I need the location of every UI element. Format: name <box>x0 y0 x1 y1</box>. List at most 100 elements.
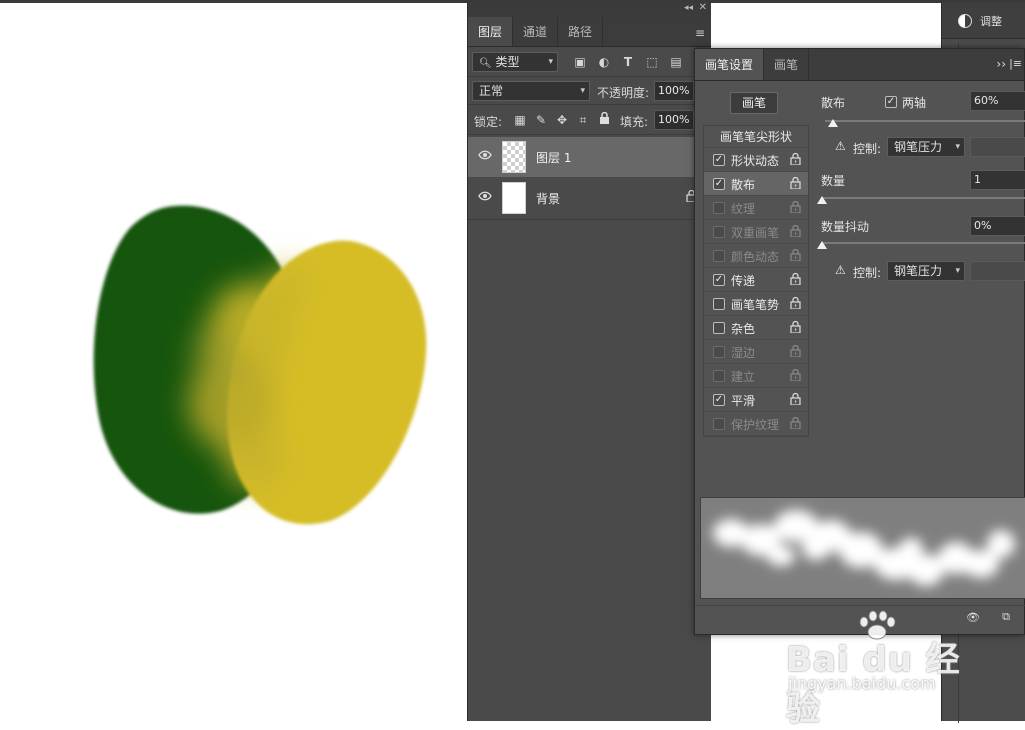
watermark-url: jingyan.baidu.com <box>788 674 936 693</box>
scatter-value-input[interactable]: 60% <box>970 91 1025 111</box>
count-jitter-slider[interactable] <box>821 242 1025 244</box>
scatter-label: 散布 <box>821 96 846 110</box>
brush-tip-shape-item[interactable]: 画笔笔尖形状 <box>704 126 808 148</box>
brush-option-item[interactable]: ✓ 形状动态 <box>704 148 808 172</box>
panel-menu-icon[interactable]: |≡ <box>1009 57 1022 70</box>
brush-option-item[interactable]: ✓ 散布 <box>704 172 808 196</box>
brush-option-label: 传递 <box>731 274 756 288</box>
lock-icon[interactable] <box>790 224 801 240</box>
disabled-input <box>970 137 1025 157</box>
tab-brush-settings[interactable]: 画笔设置 <box>695 49 765 80</box>
shape-filter-icon[interactable]: ⬚ <box>644 54 660 70</box>
brush-option-item[interactable]: 建立 <box>704 364 808 388</box>
lock-icon[interactable] <box>790 200 801 216</box>
brush-option-checkbox[interactable] <box>713 322 725 334</box>
lock-paint-icon[interactable]: ✎ <box>533 112 549 128</box>
brush-option-item[interactable]: 保护纹理 <box>704 412 808 436</box>
brush-option-item[interactable]: ✓ 传递 <box>704 268 808 292</box>
eye-icon[interactable] <box>478 190 492 204</box>
count-slider-handle[interactable] <box>817 196 827 204</box>
lock-icon[interactable] <box>790 416 801 432</box>
brush-option-checkbox <box>713 250 725 262</box>
brush-option-label: 形状动态 <box>731 154 780 168</box>
count-jitter-control-select[interactable]: 钢笔压力 ▾ <box>887 261 965 281</box>
panel-menu-icon[interactable]: ≡ <box>695 26 705 40</box>
scatter-slider-handle[interactable] <box>828 119 838 127</box>
lock-artboard-icon[interactable]: ⌗ <box>575 112 591 128</box>
blend-mode-value: 正常 <box>479 84 504 98</box>
count-jitter-input[interactable]: 0% <box>970 216 1025 236</box>
disabled-input <box>970 261 1025 281</box>
opacity-label: 不透明度: <box>597 86 650 100</box>
type-filter-icon[interactable]: T <box>620 54 636 70</box>
expand-icon[interactable]: ›› <box>996 57 1006 71</box>
lock-icon[interactable] <box>790 152 801 168</box>
brush-option-item[interactable]: 湿边 <box>704 340 808 364</box>
brush-option-checkbox[interactable] <box>713 298 725 310</box>
tab-channels[interactable]: 通道 <box>513 17 559 46</box>
adjustments-header[interactable]: 调整 <box>942 3 1025 39</box>
layer-row-layer1[interactable]: 图层 1 <box>468 137 711 177</box>
control-label: 控制: <box>853 142 882 156</box>
panel-header-strip: ◂◂ ✕ <box>468 2 711 17</box>
brushes-button[interactable]: 画笔 <box>730 92 778 114</box>
close-icon[interactable]: ✕ <box>699 2 707 13</box>
brush-option-checkbox <box>713 370 725 382</box>
eye-icon[interactable] <box>478 149 492 163</box>
brush-option-label: 杂色 <box>731 322 756 336</box>
adjustment-filter-icon[interactable]: ◐ <box>596 54 612 70</box>
layer-name[interactable]: 背景 <box>536 190 560 207</box>
brush-option-checkbox[interactable]: ✓ <box>713 394 725 406</box>
document-canvas[interactable] <box>0 3 467 721</box>
layer-name[interactable]: 图层 1 <box>536 149 571 166</box>
lock-icon[interactable] <box>790 392 801 408</box>
tab-layers[interactable]: 图层 <box>468 17 514 46</box>
lock-all-icon[interactable] <box>596 111 612 128</box>
both-axes-checkbox[interactable]: ✓ <box>885 96 897 108</box>
blend-mode-select[interactable]: 正常 ▾ <box>472 81 590 101</box>
lock-icon[interactable] <box>790 344 801 360</box>
collapse-icon[interactable]: ◂◂ <box>684 3 693 13</box>
lock-icon[interactable] <box>790 272 801 288</box>
brush-stroke-preview-graphic <box>713 510 1015 586</box>
blend-row: 正常 ▾ 不透明度: 100% <box>468 77 711 105</box>
count-slider[interactable] <box>821 197 1025 199</box>
lock-move-icon[interactable]: ✥ <box>554 112 570 128</box>
brush-option-item[interactable]: 纹理 <box>704 196 808 220</box>
opacity-input[interactable]: 100% <box>654 81 694 101</box>
fill-input[interactable]: 100% <box>654 110 694 130</box>
brush-option-checkbox[interactable]: ✓ <box>713 274 725 286</box>
brush-option-checkbox[interactable]: ✓ <box>713 178 725 190</box>
filter-row: 🔍︎ 类型 ▾ ▣ ◐ T ⬚ ▤ <box>468 47 711 77</box>
layer-row-background[interactable]: 背景 <box>468 178 711 218</box>
brush-option-item[interactable]: 杂色 <box>704 316 808 340</box>
brush-option-label: 湿边 <box>731 346 756 360</box>
chevron-down-icon: ▾ <box>548 57 553 67</box>
warning-icon: ⚠ <box>835 263 846 277</box>
lock-icon[interactable] <box>790 368 801 384</box>
tab-paths[interactable]: 路径 <box>558 17 604 46</box>
image-filter-icon[interactable]: ▣ <box>572 54 588 70</box>
new-brush-icon[interactable]: ⧉ <box>1002 610 1010 624</box>
brush-option-item[interactable]: 画笔笔势 <box>704 292 808 316</box>
brush-option-item[interactable]: ✓ 平滑 <box>704 388 808 412</box>
painted-artwork <box>93 205 427 525</box>
layer-filter-select[interactable]: 🔍︎ 类型 ▾ <box>472 52 558 72</box>
lock-icon[interactable] <box>790 248 801 264</box>
lock-icon[interactable] <box>790 176 801 192</box>
lock-transparent-icon[interactable]: ▦ <box>512 112 528 128</box>
count-value-input[interactable]: 1 <box>970 170 1025 190</box>
tab-brushes[interactable]: 画笔 <box>764 49 810 80</box>
lock-icon[interactable] <box>790 296 801 312</box>
brush-option-item[interactable]: 双重画笔 <box>704 220 808 244</box>
smart-object-filter-icon[interactable]: ▤ <box>668 54 684 70</box>
brush-option-item[interactable]: 颜色动态 <box>704 244 808 268</box>
scatter-slider[interactable] <box>825 120 1025 122</box>
scatter-control-select[interactable]: 钢笔压力 ▾ <box>887 137 965 157</box>
brush-option-checkbox <box>713 418 725 430</box>
chevron-down-icon: ▾ <box>955 266 960 276</box>
count-jitter-slider-handle[interactable] <box>817 241 827 249</box>
lock-icon[interactable] <box>790 320 801 336</box>
brush-option-checkbox[interactable]: ✓ <box>713 154 725 166</box>
brush-option-label: 建立 <box>731 370 756 384</box>
